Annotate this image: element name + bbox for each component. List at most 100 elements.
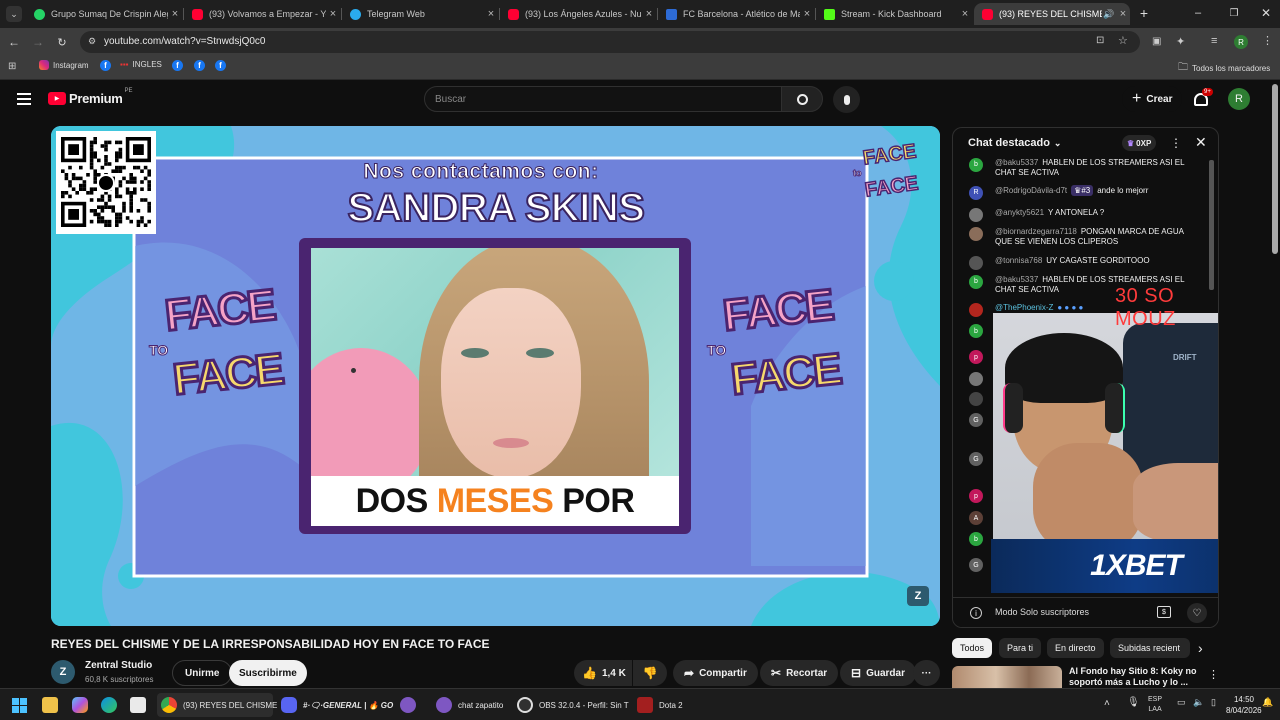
bookmark-facebook[interactable]: f [194,60,205,71]
clip-button[interactable]: ✂ Recortar [760,660,839,686]
file-explorer-button[interactable] [42,693,64,717]
maximize-button[interactable]: ❐ [1226,5,1242,21]
all-bookmarks[interactable]: 🗀 Todos los marcadores [1178,60,1270,77]
user-avatar [969,256,983,270]
taskbar-obs[interactable]: OBS 32.0.4 - Perfil: Sin T [517,693,629,717]
chevron-right-icon[interactable]: › [1198,640,1203,656]
notification-center-icon[interactable]: 🔔 [1262,697,1273,708]
bookmark-facebook[interactable]: f [172,60,183,71]
dislike-button[interactable]: 👎 [633,660,667,686]
close-tab-icon[interactable]: × [484,8,498,20]
new-tab-button[interactable]: + [1136,5,1152,21]
close-tab-icon[interactable]: × [1116,8,1130,20]
heart-icon[interactable]: ♡ [1187,603,1207,623]
search-button[interactable] [781,86,823,112]
back-button[interactable]: ← [7,35,21,49]
channel-name[interactable]: Zentral Studio [85,660,152,671]
browser-tab[interactable]: (93) Volvamos a Empezar - You × [184,3,340,25]
like-button[interactable]: 👍 1,4 K [574,660,632,686]
close-tab-icon[interactable]: × [168,8,182,20]
tab-search-button[interactable]: ⌄ [6,6,22,22]
info-icon[interactable]: i [970,607,982,619]
speaker-icon[interactable]: 🔊 [1102,9,1116,20]
taskbar-discord[interactable]: #·🗨·GENERAL | 🔥 GO [281,693,393,717]
chip-en-directo[interactable]: En directo [1047,638,1104,658]
reload-button[interactable]: ↻ [55,35,69,49]
reading-list-icon[interactable]: ≡ [1211,35,1217,47]
address-bar[interactable]: ⚙ youtube.com/watch?v=StnwdsjQ0c0 ⊡ ☆ [80,31,1140,53]
screenshot-icon[interactable]: ▣ [1152,36,1161,47]
taskbar-dota[interactable]: Dota 2 [637,693,683,717]
bookmark-instagram[interactable]: Instagram [39,60,89,70]
taskbar-chat-zapatito[interactable]: chat zapatito [436,693,503,717]
telegram-icon [350,8,361,20]
battery-icon[interactable]: ▯ [1211,697,1216,708]
join-button[interactable]: Unirme [172,660,233,686]
minimize-button[interactable]: – [1190,5,1206,21]
subscribe-button[interactable]: Suscribirme [229,660,307,686]
hamburger-menu-icon[interactable] [17,93,31,105]
chip-para-ti[interactable]: Para ti [999,638,1042,658]
search-input[interactable]: Buscar [424,86,782,112]
copilot-button[interactable] [72,693,94,717]
account-avatar[interactable]: R [1228,88,1250,110]
channel-watermark-icon[interactable]: Z [907,586,929,606]
chat-menu-icon[interactable]: ⋮ [1170,136,1182,150]
close-tab-icon[interactable]: × [642,8,656,20]
bookmark-facebook[interactable]: f [100,60,111,71]
close-tab-icon[interactable]: × [800,8,814,20]
recommended-title[interactable]: Al Fondo hay Sitio 8: Koky no soportó má… [1069,666,1199,688]
video-player[interactable]: Nos contactamos con: SANDRA SKINS FACE t… [51,126,940,626]
points-badge[interactable]: ♛ 0XP [1122,135,1157,151]
voice-search-button[interactable] [833,86,860,113]
browser-tab[interactable]: Stream - Kick Dashboard × [816,3,972,25]
chip-todos[interactable]: Todos [952,638,993,658]
bookmark-facebook[interactable]: f [215,60,226,71]
notifications-button[interactable]: 9+ [1193,88,1213,109]
page-scrollbar[interactable] [1272,84,1278,254]
taskbar-chrome[interactable]: (93) REYES DEL CHISME [157,693,277,717]
input-language[interactable]: ESP LAA [1148,695,1162,715]
browser-tab[interactable]: Grupo Sumaq De Crispin Alegr × [26,3,182,25]
chat-close-icon[interactable]: ✕ [1195,134,1207,151]
browser-tab[interactable]: (93) Los Ángeles Azules - Nunc × [500,3,656,25]
clock[interactable]: 14:50 8/04/2026 [1226,694,1262,716]
user-avatar: p [969,489,983,503]
recommended-menu-icon[interactable]: ⋮ [1208,668,1219,681]
share-button[interactable]: ➦ Compartir [673,660,758,686]
more-actions-button[interactable]: ··· [913,660,940,686]
bookmark-star-icon[interactable]: ☆ [1118,34,1128,47]
store-button[interactable] [130,693,152,717]
save-button[interactable]: ⊟ Guardar [840,660,916,686]
browser-tab[interactable]: FC Barcelona - Atlético de Mad × [658,3,814,25]
youtube-logo[interactable]: ▶ Premium PE [48,88,133,106]
apps-grid-icon[interactable]: ⊞ [8,61,16,72]
close-window-button[interactable]: ✕ [1258,5,1274,21]
profile-avatar[interactable]: R [1234,35,1248,49]
recommended-thumbnail[interactable] [952,666,1062,688]
start-button[interactable] [12,693,27,717]
edge-button[interactable] [101,693,123,717]
menu-dots-icon[interactable]: ⋮ [1262,34,1273,47]
super-chat-icon[interactable]: $ [1157,606,1171,618]
tray-chevron-icon[interactable]: ˄ [1104,698,1110,709]
create-button[interactable]: + Crear [1122,86,1183,112]
chat-scrollbar[interactable] [1209,160,1214,290]
forward-button[interactable]: → [31,35,45,49]
youtube-icon [982,8,993,20]
tray-mic-icon[interactable]: 🎙 [1127,697,1140,708]
browser-tab-active[interactable]: (93) REYES DEL CHISME Y D 🔊 × [974,3,1130,25]
channel-avatar[interactable]: Z [51,660,75,684]
bookmark-ingles[interactable]: ▪▪▪ INGLES [120,60,162,69]
network-icon[interactable]: ▭ [1177,697,1186,708]
site-info-icon[interactable]: ⚙ [88,36,96,47]
close-tab-icon[interactable]: × [958,8,972,20]
install-icon[interactable]: ⊡ [1096,35,1104,46]
close-tab-icon[interactable]: × [326,8,340,20]
taskbar-app[interactable] [400,693,422,717]
extensions-icon[interactable]: ✦ [1176,35,1185,48]
volume-icon[interactable]: 🔈 [1193,697,1204,708]
chip-subidas[interactable]: Subidas recient [1110,638,1190,658]
chat-mode-selector[interactable]: Chat destacado ⌄ [968,137,1061,149]
browser-tab[interactable]: Telegram Web × [342,3,498,25]
